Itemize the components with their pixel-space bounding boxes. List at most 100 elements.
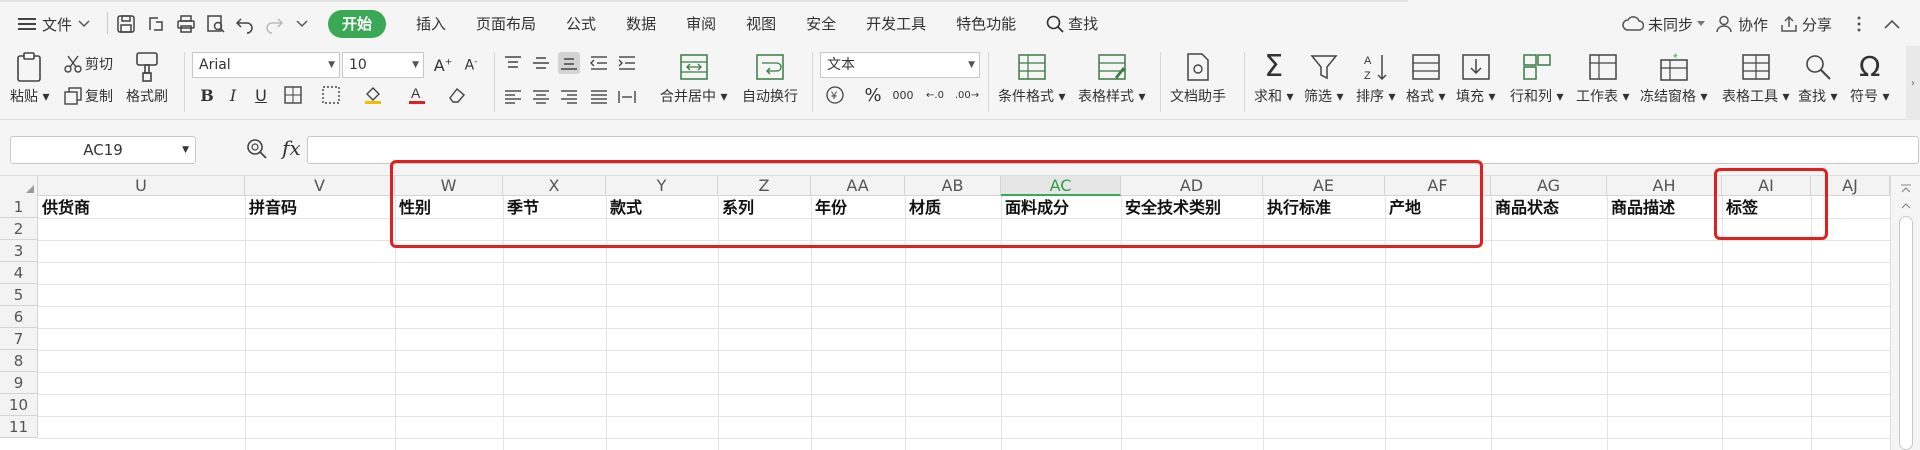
row-header-11[interactable]: 11 bbox=[0, 416, 38, 438]
bold-button[interactable]: B bbox=[196, 84, 218, 106]
format-painter-button[interactable]: 格式刷 bbox=[126, 50, 168, 106]
wrap-text-button[interactable]: 自动换行 bbox=[742, 50, 798, 106]
increase-decimal-button[interactable]: ←.0 bbox=[924, 84, 946, 106]
align-right-button[interactable] bbox=[558, 86, 580, 108]
ribbon-scroll-right-button[interactable]: › bbox=[1906, 46, 1920, 120]
column-header-ah[interactable]: AH bbox=[1607, 176, 1722, 196]
undo-button[interactable] bbox=[233, 12, 257, 36]
print-preview-button[interactable] bbox=[204, 12, 228, 36]
underline-button[interactable]: U bbox=[250, 84, 272, 106]
align-middle-button[interactable] bbox=[530, 52, 552, 74]
row-header-9[interactable]: 9 bbox=[0, 372, 38, 394]
tab-search[interactable]: 查找 bbox=[1046, 10, 1098, 38]
redo-button[interactable] bbox=[262, 12, 286, 36]
font-size-select[interactable]: 10 ▼ bbox=[342, 52, 424, 78]
sum-button[interactable]: Σ 求和 ▾ bbox=[1254, 50, 1293, 106]
justify-button[interactable] bbox=[588, 86, 610, 108]
doc-assistant-button[interactable]: 文档助手 bbox=[1170, 50, 1226, 106]
print-button[interactable] bbox=[174, 12, 198, 36]
row-header-2[interactable]: 2 bbox=[0, 218, 38, 240]
tab-developer[interactable]: 开发工具 bbox=[866, 10, 926, 38]
row-header-5[interactable]: 5 bbox=[0, 284, 38, 306]
increase-font-size-button[interactable]: A+ bbox=[432, 54, 454, 76]
vertical-scrollbar[interactable] bbox=[1890, 176, 1920, 450]
export-button[interactable] bbox=[144, 12, 168, 36]
collaborate-button[interactable]: 协作 bbox=[1716, 12, 1768, 36]
redo-icon bbox=[266, 18, 284, 34]
column-header-v[interactable]: V bbox=[245, 176, 395, 196]
tab-review[interactable]: 审阅 bbox=[686, 10, 716, 38]
fill-color-button[interactable] bbox=[362, 84, 384, 106]
tab-security[interactable]: 安全 bbox=[806, 10, 836, 38]
share-button[interactable]: 分享 bbox=[1780, 12, 1832, 36]
format-button[interactable]: 格式 ▾ bbox=[1406, 50, 1445, 106]
decrease-font-size-button[interactable]: A- bbox=[460, 54, 482, 76]
tab-formulas[interactable]: 公式 bbox=[566, 10, 596, 38]
font-name-select[interactable]: Arial ▼ bbox=[192, 52, 340, 78]
cut-button[interactable]: 剪切 bbox=[64, 54, 113, 74]
decrease-indent-button[interactable] bbox=[588, 52, 610, 74]
row-header-10[interactable]: 10 bbox=[0, 394, 38, 416]
tab-page-layout[interactable]: 页面布局 bbox=[476, 10, 536, 38]
row-header-4[interactable]: 4 bbox=[0, 262, 38, 284]
copy-button[interactable]: 复制 bbox=[64, 86, 113, 106]
tab-view[interactable]: 视图 bbox=[746, 10, 776, 38]
sync-status-button[interactable]: 未同步 bbox=[1622, 12, 1706, 36]
merge-center-button[interactable]: 合并居中 ▾ bbox=[660, 50, 727, 106]
zoom-formula-button[interactable] bbox=[246, 138, 268, 164]
cell-v1[interactable]: 拼音码 bbox=[245, 197, 395, 218]
worksheet-button[interactable]: 工作表 ▾ bbox=[1576, 50, 1629, 106]
cell-style-button[interactable] bbox=[320, 84, 342, 106]
quick-access-more-button[interactable] bbox=[290, 12, 314, 36]
align-top-button[interactable] bbox=[502, 52, 524, 74]
font-color-button[interactable]: A bbox=[406, 84, 428, 106]
more-options-button[interactable] bbox=[1856, 12, 1862, 36]
filter-button[interactable]: 筛选 ▾ bbox=[1304, 50, 1343, 106]
align-center-button[interactable] bbox=[530, 86, 552, 108]
row-header-8[interactable]: 8 bbox=[0, 350, 38, 372]
conditional-format-button[interactable]: 条件格式 ▾ bbox=[998, 50, 1065, 106]
column-header-u[interactable]: U bbox=[38, 176, 245, 196]
select-all-corner[interactable] bbox=[0, 176, 38, 196]
name-box[interactable]: AC19 ▼ bbox=[10, 136, 196, 164]
currency-button[interactable]: ¥ bbox=[824, 84, 846, 106]
tab-data[interactable]: 数据 bbox=[626, 10, 656, 38]
tab-special-features[interactable]: 特色功能 bbox=[956, 10, 1016, 38]
increase-indent-button[interactable] bbox=[616, 52, 638, 74]
row-header-1[interactable]: 1 bbox=[0, 196, 38, 218]
paste-button[interactable]: 粘贴 ▾ bbox=[10, 50, 49, 106]
italic-button[interactable]: I bbox=[222, 84, 244, 106]
collapse-ribbon-button[interactable] bbox=[1884, 12, 1900, 36]
row-header-6[interactable]: 6 bbox=[0, 306, 38, 328]
scrollbar-thumb[interactable] bbox=[1899, 216, 1913, 450]
cell-ag1[interactable]: 商品状态 bbox=[1491, 197, 1607, 218]
number-format-select[interactable]: 文本 ▼ bbox=[820, 52, 980, 78]
table-style-button[interactable]: 表格样式 ▾ bbox=[1078, 50, 1145, 106]
tab-home[interactable]: 开始 bbox=[328, 10, 387, 38]
cell-ah1[interactable]: 商品描述 bbox=[1607, 197, 1722, 218]
insert-function-button[interactable]: fx bbox=[282, 136, 301, 160]
row-header-7[interactable]: 7 bbox=[0, 328, 38, 350]
decrease-decimal-button[interactable]: .00→ bbox=[955, 84, 979, 106]
row-header-3[interactable]: 3 bbox=[0, 240, 38, 262]
percent-button[interactable]: % bbox=[862, 84, 884, 106]
column-header-ag[interactable]: AG bbox=[1491, 176, 1607, 196]
borders-button[interactable] bbox=[282, 84, 304, 106]
tab-insert[interactable]: 插入 bbox=[416, 10, 446, 38]
distributed-align-button[interactable] bbox=[616, 86, 638, 108]
cell-u1[interactable]: 供货商 bbox=[38, 197, 245, 218]
table-tools-button[interactable]: 表格工具 ▾ bbox=[1722, 50, 1789, 106]
sort-button[interactable]: AZ 排序 ▾ bbox=[1356, 50, 1395, 106]
fill-button[interactable]: 填充 ▾ bbox=[1456, 50, 1495, 106]
rows-columns-button[interactable]: 行和列 ▾ bbox=[1510, 50, 1563, 106]
thousands-separator-button[interactable]: 000 bbox=[892, 84, 914, 106]
clear-format-button[interactable] bbox=[446, 84, 468, 106]
align-bottom-button[interactable] bbox=[558, 52, 580, 74]
freeze-panes-button[interactable]: * 冻结窗格 ▾ bbox=[1640, 50, 1707, 106]
search-icon bbox=[1046, 15, 1064, 33]
save-button[interactable] bbox=[114, 12, 138, 36]
file-menu[interactable]: 文件 bbox=[18, 12, 90, 36]
find-button[interactable]: 查找 ▾ bbox=[1798, 50, 1837, 106]
symbol-button[interactable]: Ω 符号 ▾ bbox=[1850, 50, 1889, 106]
align-left-button[interactable] bbox=[502, 86, 524, 108]
